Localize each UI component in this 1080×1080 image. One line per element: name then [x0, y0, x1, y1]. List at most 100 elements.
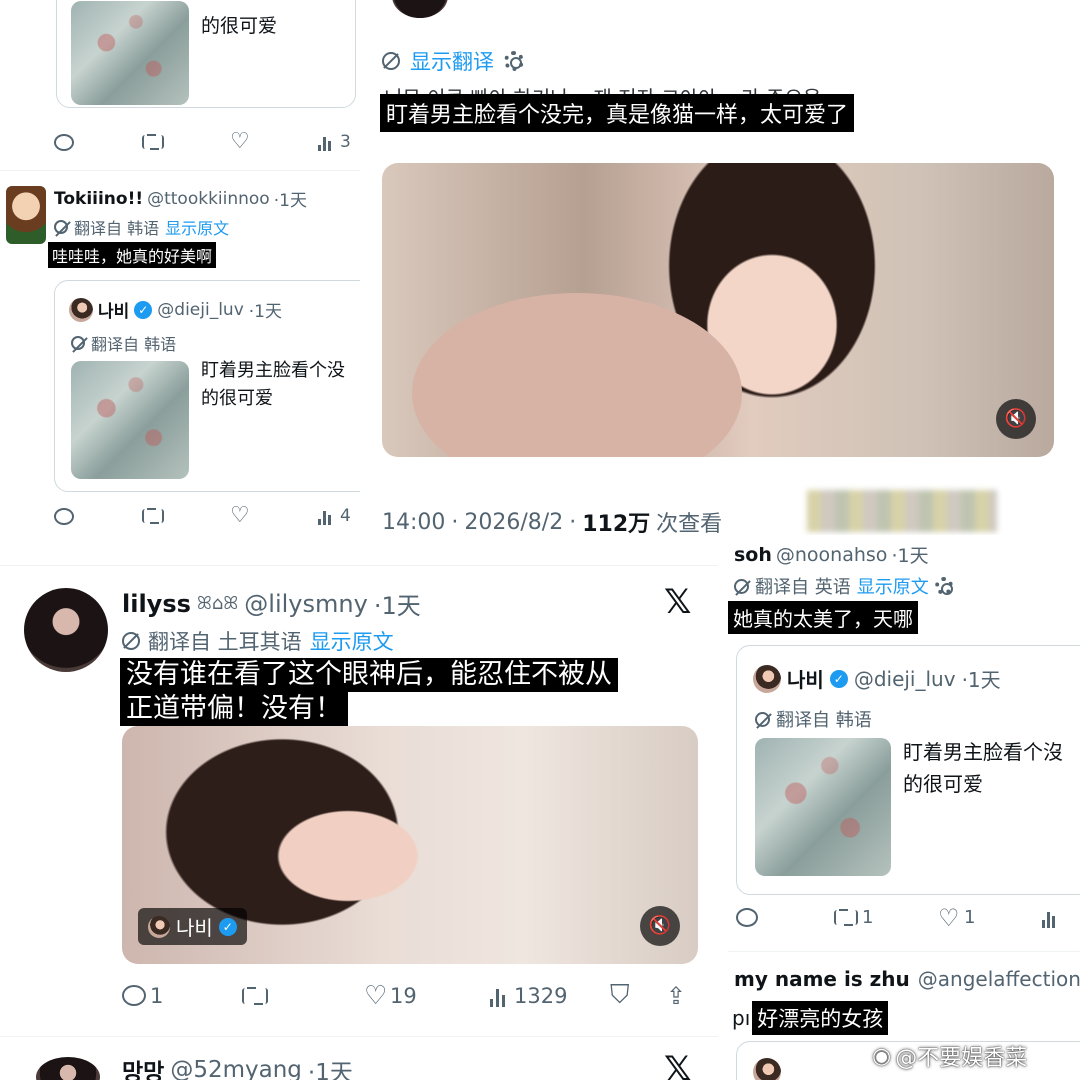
bookmark-icon: ⛉: [610, 980, 630, 1010]
timestamp[interactable]: ·1天: [308, 1053, 353, 1080]
tweet-text-row: 她真的太美了，天哪: [728, 601, 918, 634]
views-icon: [1042, 908, 1060, 928]
tweet-header: 망망 @52myang ·1天: [122, 1053, 353, 1080]
timestamp[interactable]: ·1天: [374, 586, 421, 621]
watermark-text: @不要娱香菜: [895, 1046, 1028, 1071]
retweet-count: 1: [862, 907, 874, 928]
divider: [728, 951, 1080, 952]
translate-icon: [382, 52, 400, 70]
bookmark-button[interactable]: ⛉: [610, 980, 666, 1011]
views-button[interactable]: [1042, 908, 1060, 928]
user-name[interactable]: my name is zhu: [734, 967, 910, 991]
user-name[interactable]: soh: [734, 544, 772, 566]
retweet-button[interactable]: 1: [834, 907, 938, 928]
verified-icon: ✓: [829, 669, 848, 688]
retweet-icon: [142, 134, 164, 150]
video-player[interactable]: 나비 ✓ 🔇: [122, 726, 698, 964]
show-translation-link[interactable]: 显示翻译: [410, 46, 494, 76]
heart-icon: ♡: [230, 129, 250, 154]
name-decoration: ꕤ⌂ꕤ: [196, 593, 239, 614]
like-button[interactable]: ♡ 19: [364, 980, 490, 1011]
like-button[interactable]: ♡: [230, 129, 318, 154]
quote-text-line: 的很可爱: [201, 388, 273, 409]
mute-icon[interactable]: 🔇: [640, 906, 680, 946]
user-handle[interactable]: @52myang: [170, 1057, 302, 1080]
tweet-meta: 14:00 · 2026/8/2 · 112万 次查看: [382, 506, 722, 538]
reply-button[interactable]: 1: [122, 984, 242, 1008]
user-handle[interactable]: @angelaffection: [918, 967, 1080, 991]
avatar[interactable]: [24, 588, 108, 672]
tweet-text: 没有谁在看了这个眼神后，能忍住不被从 正道带偏！没有！: [120, 658, 618, 726]
video-tag[interactable]: 나비 ✓: [138, 908, 247, 945]
tweet-text-line: 正道带偏！没有！: [120, 692, 348, 726]
retweet-icon: [242, 986, 268, 1005]
verified-icon: ✓: [218, 917, 237, 936]
mute-icon[interactable]: 🔇: [996, 399, 1036, 439]
tweet-header: lilyss ꕤ⌂ꕤ @lilysmny ·1天: [122, 586, 421, 621]
timestamp[interactable]: ·1天: [274, 186, 307, 211]
tweet-time[interactable]: 14:00: [382, 510, 445, 535]
quote-card[interactable]: 나비 ✓ @dieji_luv ·1天 翻译自 韩语 盯着男主脸看个没 的很可爱: [54, 280, 360, 492]
translation-bar: 翻译自 英语 显示原文: [734, 573, 953, 599]
quote-translated-from: 翻译自 韩语: [91, 335, 177, 354]
user-handle[interactable]: @noonahso: [776, 544, 888, 566]
tweet-date[interactable]: 2026/8/2: [464, 510, 563, 535]
translated-from: 翻译自 英语: [755, 577, 851, 598]
x-logo-icon: 𝕏: [664, 1049, 692, 1080]
quote-card[interactable]: 나비 ✓ @dieji_luv ·1天 翻译自 韩语 盯着男主脸看个沒 的很可爱: [736, 645, 1080, 895]
gear-icon[interactable]: [934, 577, 953, 595]
show-original-link[interactable]: 显示原文: [310, 626, 394, 656]
video-player[interactable]: 🔇: [382, 163, 1054, 457]
share-icon: ⇪: [666, 981, 687, 1010]
translate-icon: [122, 632, 140, 650]
user-handle[interactable]: @lilysmny: [244, 590, 368, 618]
avatar-partial[interactable]: [392, 0, 448, 18]
tweet-text: 她真的太美了，天哪: [728, 601, 918, 634]
retweet-button[interactable]: [242, 986, 364, 1005]
action-bar: 1 ♡ 1: [736, 906, 1060, 930]
translated-text-row: 盯着男主脸看个没完，真是像猫一样，太可爱了: [380, 94, 855, 132]
like-button[interactable]: ♡ 1: [938, 906, 1042, 930]
watermark: ◉ @不要娱香菜: [872, 1040, 1027, 1072]
show-original-link[interactable]: 显示原文: [165, 215, 229, 239]
heart-icon: ♡: [364, 980, 388, 1011]
quote-text-line: 盯着男主脸看个没: [201, 360, 345, 381]
user-name[interactable]: 망망: [122, 1053, 164, 1080]
views-button[interactable]: 1329: [490, 984, 610, 1008]
reply-button[interactable]: [54, 507, 142, 525]
views-icon: [318, 507, 336, 525]
retweet-button[interactable]: [142, 134, 230, 150]
avatar-partial[interactable]: [36, 1057, 100, 1080]
views-button[interactable]: 3: [318, 132, 351, 152]
tweet-text: 好漂亮的女孩: [752, 1001, 889, 1035]
tweet-header: soh @noonahso ·1天: [734, 541, 929, 568]
user-handle[interactable]: @ttookkiinnoo: [147, 189, 270, 209]
like-button[interactable]: ♡: [230, 505, 318, 527]
reply-count: 1: [150, 983, 164, 1008]
gear-icon[interactable]: [504, 51, 524, 71]
user-name[interactable]: lilyss: [122, 590, 191, 618]
tweet-text-row: 哇哇哇，她真的好美啊: [48, 242, 217, 268]
translate-icon: [71, 336, 85, 350]
divider: [0, 170, 360, 171]
tag-name: 나비: [176, 916, 213, 940]
views-button[interactable]: 4: [318, 506, 351, 526]
avatar[interactable]: [6, 186, 46, 244]
timestamp[interactable]: ·1天: [891, 541, 928, 568]
reply-icon: [736, 908, 758, 927]
retweet-button[interactable]: [142, 508, 230, 524]
reply-button[interactable]: [736, 908, 834, 927]
tweet-header: my name is zhu @angelaffection: [734, 967, 1080, 991]
reply-button[interactable]: [54, 133, 142, 151]
quote-card-partial[interactable]: 的很可爱: [56, 0, 356, 108]
translate-icon: [755, 711, 770, 727]
share-button[interactable]: ⇪: [666, 982, 686, 1010]
user-name[interactable]: Tokiiino!!: [54, 189, 143, 209]
translated-from: 翻译自 土耳其语: [148, 630, 302, 654]
quote-thumbnail: [755, 738, 891, 876]
blurred-element: [807, 490, 997, 532]
lilyss-panel: lilyss ꕤ⌂ꕤ @lilysmny ·1天 𝕏 翻译自 土耳其语 显示原文…: [0, 565, 718, 1050]
quote-text-line: 盯着男主脸看个沒: [903, 740, 1063, 764]
tweet-header: Tokiiino!! @ttookkiinnoo ·1天: [54, 186, 307, 212]
show-original-link[interactable]: 显示原文: [857, 573, 929, 599]
